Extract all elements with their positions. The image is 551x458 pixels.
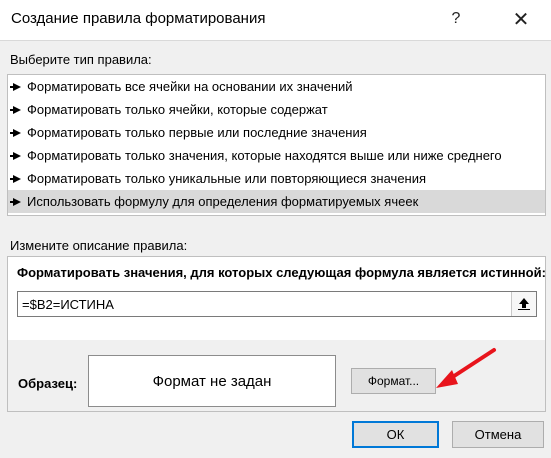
rule-item-label: Использовать формулу для определения фор… (27, 194, 419, 209)
collapse-dialog-button[interactable] (511, 292, 536, 316)
rule-type-list[interactable]: Форматировать все ячейки на основании их… (7, 74, 546, 216)
title-bar: Создание правила форматирования ? ✕ (0, 0, 551, 41)
format-preview: Формат не задан (88, 355, 336, 407)
rule-item-label: Форматировать только ячейки, которые сод… (27, 102, 328, 117)
rule-item-unique-duplicate[interactable]: Форматировать только уникальные или повт… (8, 167, 545, 190)
rule-item-cells-contain[interactable]: Форматировать только ячейки, которые сод… (8, 98, 545, 121)
formula-value[interactable]: =$B2=ИСТИНА (22, 297, 114, 312)
close-button[interactable]: ✕ (504, 3, 538, 35)
arrow-right-icon (10, 174, 21, 183)
rule-item-label: Форматировать только значения, которые н… (27, 148, 502, 163)
format-button[interactable]: Формат... (351, 368, 436, 394)
upload-arrow-base (518, 309, 530, 310)
upload-arrow-stem (522, 304, 526, 308)
rule-item-above-below-average[interactable]: Форматировать только значения, которые н… (8, 144, 545, 167)
rule-item-use-formula[interactable]: Использовать формулу для определения фор… (8, 190, 545, 213)
formula-heading: Форматировать значения, для которых след… (17, 265, 546, 280)
arrow-right-icon (10, 151, 21, 160)
help-button[interactable]: ? (439, 3, 473, 35)
formula-input[interactable]: =$B2=ИСТИНА (17, 291, 537, 317)
rule-item-top-bottom[interactable]: Форматировать только первые или последни… (8, 121, 545, 144)
arrow-right-icon (10, 128, 21, 137)
rule-type-label: Выберите тип правила: (10, 52, 152, 67)
rule-item-label: Форматировать все ячейки на основании их… (27, 79, 353, 94)
cancel-button[interactable]: Отмена (452, 421, 544, 448)
formula-section: Форматировать значения, для которых след… (8, 257, 546, 340)
arrow-right-icon (10, 82, 21, 91)
rule-item-label: Форматировать только первые или последни… (27, 125, 367, 140)
arrow-right-icon (10, 197, 21, 206)
rule-description-panel: Форматировать значения, для которых след… (7, 256, 546, 412)
dialog-title: Создание правила форматирования (11, 10, 266, 27)
description-label: Измените описание правила: (10, 238, 188, 253)
sample-label: Образец: (18, 376, 78, 391)
ok-button[interactable]: ОК (352, 421, 439, 448)
rule-item-label: Форматировать только уникальные или повт… (27, 171, 427, 186)
rule-item-all-cells[interactable]: Форматировать все ячейки на основании их… (8, 75, 545, 98)
arrow-right-icon (10, 105, 21, 114)
